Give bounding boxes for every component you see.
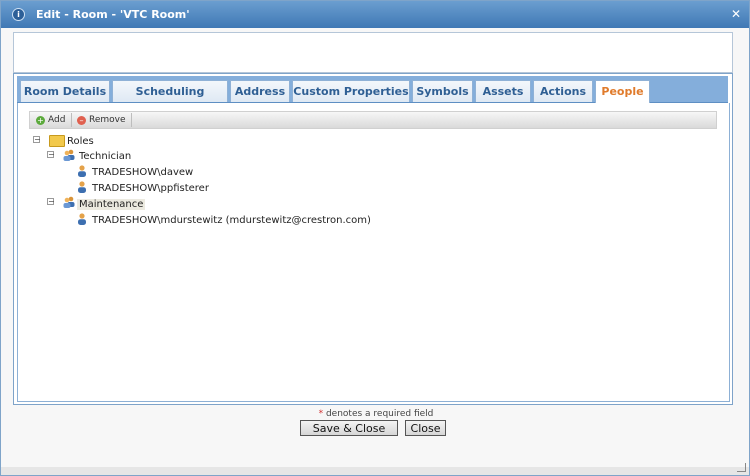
close-button[interactable]: Close	[405, 420, 446, 436]
tab-custom-properties[interactable]: Custom Properties	[292, 80, 410, 102]
tab-symbols[interactable]: Symbols	[412, 80, 473, 102]
tab-strip: Room Details Scheduling Details Address …	[17, 76, 728, 120]
group-icon	[63, 149, 75, 161]
tab-people[interactable]: People	[595, 80, 650, 104]
title-bar[interactable]: i Edit - Room - 'VTC Room' ✕	[1, 1, 749, 28]
folder-icon	[49, 135, 65, 147]
tab-panel: Room Details Scheduling Details Address …	[13, 73, 733, 405]
edit-room-dialog: i Edit - Room - 'VTC Room' ✕ Room Detail…	[0, 0, 750, 476]
tree-group-technician[interactable]: Technician	[79, 151, 131, 162]
user-icon	[78, 165, 86, 177]
tab-actions[interactable]: Actions	[533, 80, 593, 102]
people-tab-content: + Add – Remove − Roles − Technician TRAD…	[17, 103, 730, 402]
remove-icon: –	[77, 116, 86, 125]
add-button[interactable]: + Add	[36, 113, 65, 127]
required-field-note: * denotes a required field	[1, 409, 750, 419]
user-icon	[78, 213, 86, 225]
tree-member[interactable]: TRADESHOW\mdurstewitz (mdurstewitz@crest…	[92, 215, 371, 226]
collapse-icon[interactable]: −	[47, 198, 55, 206]
status-strip	[1, 467, 749, 475]
tab-room-details[interactable]: Room Details	[20, 80, 110, 102]
tab-scheduling-details[interactable]: Scheduling Details	[112, 80, 228, 120]
group-icon	[63, 196, 75, 208]
tree-group-maintenance[interactable]: Maintenance	[77, 199, 146, 210]
toolbar-divider	[71, 113, 72, 127]
collapse-icon[interactable]: −	[33, 136, 41, 144]
dialog-title: Edit - Room - 'VTC Room'	[36, 8, 190, 21]
save-close-button[interactable]: Save & Close	[300, 420, 398, 436]
tab-address[interactable]: Address	[230, 80, 290, 102]
resize-handle[interactable]	[737, 463, 746, 472]
add-label: Add	[48, 115, 66, 125]
required-text: denotes a required field	[323, 409, 434, 419]
remove-button[interactable]: – Remove	[77, 113, 126, 127]
tree-root-roles[interactable]: Roles	[67, 136, 94, 147]
add-icon: +	[36, 116, 45, 125]
close-icon[interactable]: ✕	[731, 7, 741, 21]
info-icon: i	[12, 8, 25, 21]
collapse-icon[interactable]: −	[47, 151, 55, 159]
people-toolbar: + Add – Remove	[29, 111, 717, 129]
remove-label: Remove	[89, 115, 126, 125]
user-icon	[78, 181, 86, 193]
toolbar-divider	[131, 113, 132, 127]
tab-assets[interactable]: Assets	[475, 80, 531, 102]
tree-member[interactable]: TRADESHOW\ppfisterer	[92, 183, 209, 194]
tree-member[interactable]: TRADESHOW\davew	[92, 167, 193, 178]
header-area	[13, 32, 733, 73]
